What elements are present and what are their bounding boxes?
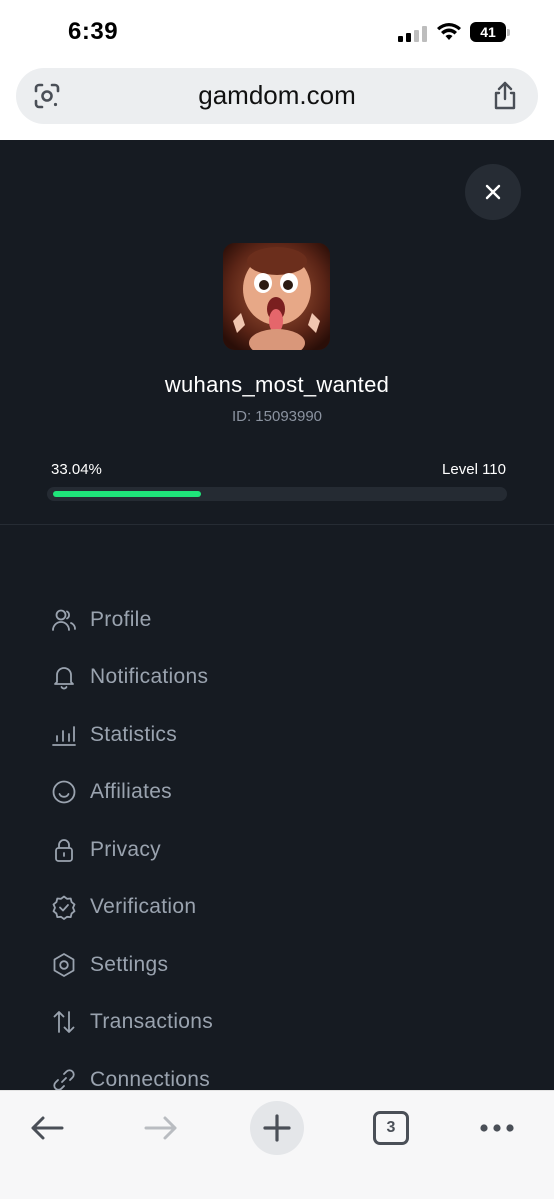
user-profile-icon (50, 606, 78, 634)
level-progress-bar (47, 487, 507, 501)
battery-level: 41 (480, 24, 496, 40)
verified-badge-icon (50, 893, 78, 921)
menu-item-label: Connections (90, 1068, 211, 1090)
gear-icon (50, 951, 78, 979)
close-button[interactable] (465, 164, 521, 220)
back-button[interactable] (20, 1101, 74, 1155)
username: wuhans_most_wanted (164, 372, 390, 397)
menu-item-label: Profile (90, 608, 152, 631)
level-progress-percent: 33.04% (51, 461, 102, 478)
more-dots-icon (480, 1124, 514, 1132)
menu-item-transactions[interactable]: Transactions (50, 1002, 213, 1042)
menu-item-settings[interactable]: Settings (50, 945, 168, 985)
divider (0, 524, 554, 525)
menu-item-label: Privacy (90, 838, 161, 861)
cellular-signal-icon (398, 26, 428, 42)
level-label: Level 110 (442, 461, 506, 478)
menu-item-privacy[interactable]: Privacy (50, 830, 161, 870)
menu-item-statistics[interactable]: Statistics (50, 715, 177, 755)
account-panel: wuhans_most_wanted ID: 15093990 33.04% L… (0, 140, 554, 1090)
menu-item-label: Affiliates (90, 780, 172, 803)
menu-item-label: Statistics (90, 723, 178, 746)
wifi-icon (436, 22, 462, 42)
phone-screen: 6:39 41 gamdom.com wuhans_most_wanted ID… (0, 0, 554, 1199)
smiley-icon (50, 778, 78, 806)
new-tab-button[interactable] (250, 1101, 304, 1155)
menu-item-notifications[interactable]: Notifications (50, 657, 208, 697)
share-icon[interactable] (490, 80, 520, 112)
user-id: ID: 15093990 (231, 408, 323, 425)
menu-item-connections[interactable]: Connections (50, 1060, 210, 1090)
menu-item-label: Verification (90, 895, 197, 918)
forward-button[interactable] (134, 1101, 188, 1155)
plus-icon (263, 1114, 291, 1142)
menu-item-verification[interactable]: Verification (50, 887, 196, 927)
level-progress-fill (53, 491, 201, 497)
menu-item-label: Transactions (90, 1010, 214, 1033)
tab-switcher-button[interactable]: 3 (364, 1101, 418, 1155)
avatar[interactable] (223, 243, 330, 350)
battery-icon: 41 (470, 22, 510, 42)
status-bar: 6:39 41 (0, 0, 554, 62)
address-bar[interactable]: gamdom.com (16, 68, 538, 124)
menu-item-label: Settings (90, 953, 169, 976)
lock-icon (50, 836, 78, 864)
close-icon (485, 184, 501, 200)
arrow-right-icon (144, 1116, 177, 1140)
link-icon (50, 1066, 78, 1090)
tab-count: 3 (386, 1119, 396, 1136)
status-time: 6:39 (68, 18, 119, 45)
menu-item-affiliates[interactable]: Affiliates (50, 772, 172, 812)
browser-toolbar: 3 (0, 1090, 554, 1199)
arrows-up-down-icon (50, 1008, 78, 1036)
menu-item-label: Notifications (90, 665, 209, 688)
menu-item-profile[interactable]: Profile (50, 600, 152, 640)
arrow-left-icon (31, 1116, 64, 1140)
bar-chart-icon (50, 721, 78, 749)
url-text[interactable]: gamdom.com (16, 80, 538, 111)
bell-icon (50, 663, 78, 691)
more-options-button[interactable] (470, 1101, 524, 1155)
tab-count-icon: 3 (373, 1111, 409, 1145)
